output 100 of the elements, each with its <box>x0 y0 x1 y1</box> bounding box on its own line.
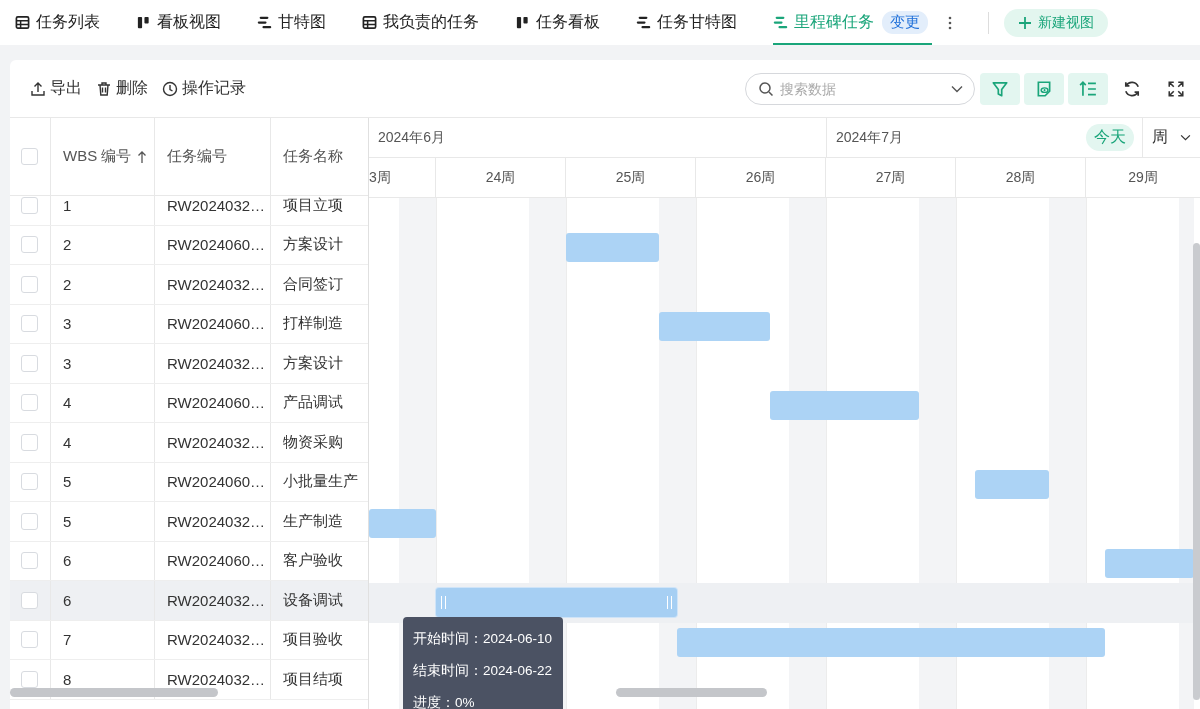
task-bar[interactable] <box>677 627 1105 657</box>
table-cell: RW2024032… <box>167 433 266 451</box>
week-label: 3周 <box>369 168 391 187</box>
row-checkbox[interactable] <box>21 394 38 412</box>
row-checkbox[interactable] <box>21 552 38 570</box>
filter-icon <box>991 79 1009 98</box>
search-field[interactable]: 搜索数据 <box>745 72 975 105</box>
task-bar[interactable] <box>436 588 678 617</box>
table-cell: 3 <box>63 354 72 372</box>
upload-icon <box>30 80 46 97</box>
column-header[interactable]: WBS 编号 <box>63 147 132 166</box>
scrollbar[interactable] <box>10 688 218 697</box>
table-cell: RW2024060… <box>167 394 266 412</box>
table-icon <box>362 15 377 30</box>
column-header[interactable]: 任务编号 <box>167 147 227 166</box>
refresh-icon <box>1123 79 1141 98</box>
table-cell: 2 <box>63 275 72 293</box>
chevron-down-icon <box>1180 134 1191 141</box>
table-cell: 2 <box>63 236 72 254</box>
expand-icon <box>1167 79 1185 98</box>
row-checkbox[interactable] <box>21 591 38 609</box>
table-cell: 设备调试 <box>283 590 343 610</box>
week-label: 26周 <box>745 168 776 187</box>
plus-icon <box>1018 15 1032 30</box>
task-bar[interactable] <box>369 509 436 538</box>
row-checkbox[interactable] <box>21 275 38 293</box>
toolbar-button[interactable]: 操作记录 <box>162 78 246 99</box>
filter-button[interactable] <box>980 72 1020 105</box>
scrollbar[interactable] <box>1193 243 1200 700</box>
week-label: 27周 <box>875 168 906 187</box>
table-cell: 小批量生产 <box>283 472 358 492</box>
toolbar-button[interactable]: 删除 <box>96 78 148 99</box>
task-bar[interactable] <box>658 311 771 341</box>
view-tab[interactable]: 任务列表 <box>15 0 100 45</box>
table-cell: 6 <box>63 591 72 609</box>
board-icon <box>136 15 151 30</box>
table-cell: 8 <box>63 670 72 688</box>
task-bar[interactable] <box>566 232 659 262</box>
table-cell: 5 <box>63 512 72 530</box>
tooltip-text: 结束时间：2024-06-22 <box>413 661 553 680</box>
table-cell: 生产制造 <box>283 511 343 531</box>
toolbar-button[interactable]: 导出 <box>30 78 82 99</box>
table-cell: RW2024060… <box>167 473 266 491</box>
table-cell: RW2024032… <box>167 591 266 609</box>
table-cell: 方案设计 <box>283 235 343 255</box>
table-cell: 4 <box>63 394 72 412</box>
table-cell: 客户验收 <box>283 551 343 571</box>
task-bar[interactable] <box>1104 548 1194 578</box>
table-cell: 产品调试 <box>283 393 343 413</box>
row-checkbox[interactable] <box>21 473 38 491</box>
change-badge: 变更 <box>882 11 928 34</box>
table-cell: RW2024032… <box>167 631 266 649</box>
week-label: 24周 <box>485 168 516 187</box>
more-icon[interactable] <box>948 15 952 30</box>
view-tab[interactable]: 看板视图 <box>136 0 221 45</box>
table-icon <box>15 15 30 30</box>
view-tab[interactable]: 甘特图 <box>257 0 326 45</box>
table-cell: 6 <box>63 552 72 570</box>
board-icon <box>515 15 530 30</box>
table-cell: RW2024032… <box>167 512 266 530</box>
task-bar[interactable] <box>974 469 1049 499</box>
row-checkbox[interactable] <box>21 236 38 254</box>
view-settings-button[interactable] <box>1024 72 1064 105</box>
gantt-icon <box>636 15 651 30</box>
eye-card-icon <box>1035 79 1053 98</box>
week-label: 29周 <box>1128 168 1158 187</box>
row-checkbox[interactable] <box>21 670 38 688</box>
column-header[interactable]: 任务名称 <box>283 147 343 166</box>
table-cell: 合同签订 <box>283 274 343 294</box>
row-checkbox[interactable] <box>21 631 38 649</box>
select-all-checkbox[interactable] <box>21 148 38 165</box>
table-cell: 5 <box>63 473 72 491</box>
table-cell: 打样制造 <box>283 314 343 334</box>
row-checkbox[interactable] <box>21 315 38 333</box>
sort-icon <box>1079 79 1097 98</box>
view-tab[interactable]: 任务甘特图 <box>636 0 737 45</box>
table-cell: 7 <box>63 631 72 649</box>
table-cell: 3 <box>63 315 72 333</box>
table-cell: 项目验收 <box>283 630 343 650</box>
table-cell: 1 <box>63 196 72 214</box>
table-cell: RW2024032… <box>167 275 266 293</box>
view-tab[interactable]: 里程碑任务 变更 <box>773 0 932 45</box>
table-cell: RW2024032… <box>167 670 266 688</box>
view-tab[interactable]: 我负责的任务 <box>362 0 479 45</box>
sort-arrow-icon <box>137 149 148 164</box>
chevron-down-icon[interactable] <box>951 84 963 93</box>
row-checkbox[interactable] <box>21 433 38 451</box>
row-checkbox[interactable] <box>21 196 38 214</box>
tooltip-text: 进度：0% <box>413 693 475 709</box>
trash-icon <box>96 80 112 97</box>
view-tab[interactable]: 任务看板 <box>515 0 600 45</box>
tooltip-text: 开始时间：2024-06-10 <box>413 629 553 648</box>
row-checkbox[interactable] <box>21 354 38 372</box>
table-cell: 物资采购 <box>283 432 343 452</box>
table-cell: 4 <box>63 433 72 451</box>
gantt-icon <box>773 15 788 30</box>
task-bar[interactable] <box>770 390 919 420</box>
row-checkbox[interactable] <box>21 512 38 530</box>
scrollbar[interactable] <box>616 688 767 697</box>
week-label: 28周 <box>1005 168 1036 187</box>
